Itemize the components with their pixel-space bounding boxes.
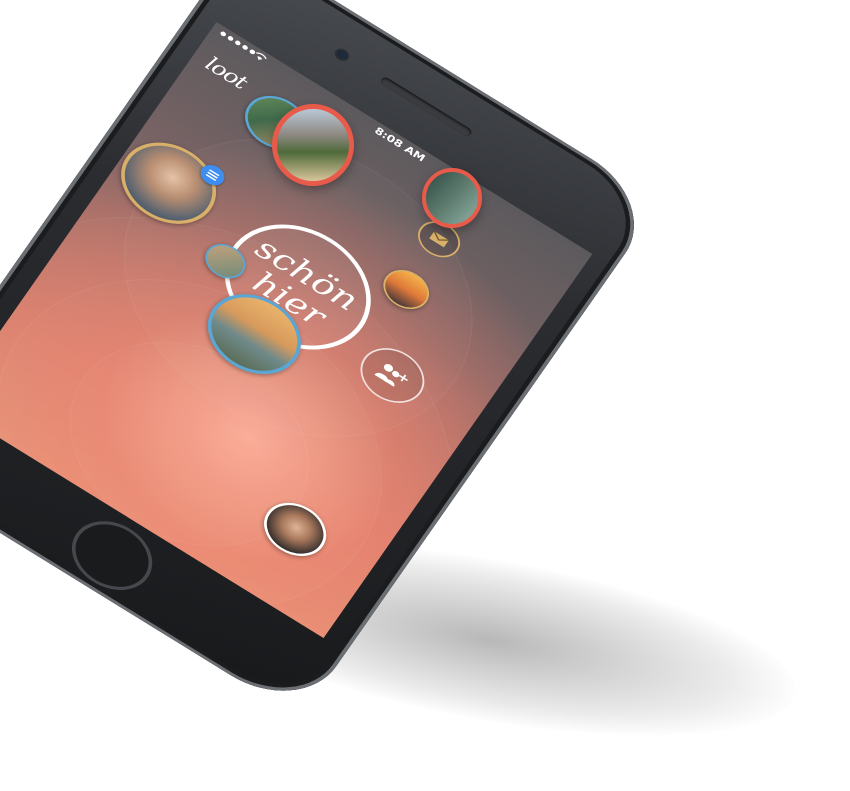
front-camera	[334, 48, 350, 62]
photo-bubble-island[interactable]	[272, 104, 354, 186]
menu-icon	[205, 169, 220, 182]
earpiece-speaker	[379, 75, 474, 138]
stage: 8:08 AM loot schön hier	[0, 0, 850, 791]
photo-bubble-coast[interactable]	[422, 168, 482, 228]
mail-icon	[429, 231, 449, 248]
add-friends-icon	[374, 363, 408, 387]
